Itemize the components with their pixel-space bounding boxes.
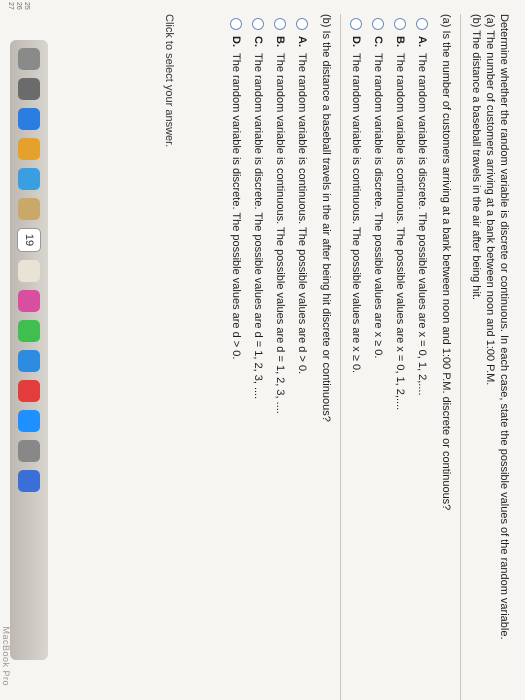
option-text: The random variable is discrete. The pos… bbox=[372, 53, 384, 359]
facetime-icon[interactable] bbox=[18, 350, 40, 372]
problem-intro: Determine whether the random variable is… bbox=[469, 14, 511, 700]
option-letter: D. bbox=[350, 36, 362, 47]
intro-line-1: Determine whether the random variable is… bbox=[498, 14, 510, 640]
finder-icon[interactable] bbox=[18, 48, 40, 70]
part-a-option-b[interactable]: B. The random variable is continuous. Th… bbox=[393, 14, 407, 700]
reminders-icon[interactable] bbox=[18, 260, 40, 282]
option-text: The random variable is discrete. The pos… bbox=[416, 53, 428, 396]
side-number: 27 bbox=[7, 2, 14, 10]
option-letter: B. bbox=[274, 36, 286, 47]
notes-icon[interactable] bbox=[18, 198, 40, 220]
laptop-screen: Determine whether the random variable is… bbox=[0, 0, 525, 700]
part-a-question: (a) Is the number of customers arriving … bbox=[440, 14, 452, 511]
option-text: The random variable is continuous. The p… bbox=[394, 53, 406, 411]
divider bbox=[460, 14, 461, 700]
status-text: Click to select your answer. bbox=[163, 14, 175, 148]
chrome-icon[interactable] bbox=[18, 138, 40, 160]
music-icon[interactable] bbox=[18, 380, 40, 402]
part-a-option-c[interactable]: C. The random variable is discrete. The … bbox=[371, 14, 385, 700]
side-number: 25 bbox=[23, 2, 30, 10]
radio-button[interactable] bbox=[296, 18, 308, 30]
photos-icon[interactable] bbox=[18, 290, 40, 312]
radio-button[interactable] bbox=[394, 18, 406, 30]
calendar-icon[interactable]: 19 bbox=[17, 228, 41, 252]
photo-stage: Determine whether the random variable is… bbox=[0, 0, 525, 700]
part-a-option-d[interactable]: D. The random variable is continuous. Th… bbox=[349, 14, 363, 700]
option-letter: A. bbox=[416, 36, 428, 47]
option-text: The random variable is discrete. The pos… bbox=[252, 53, 264, 400]
app-icon[interactable] bbox=[18, 168, 40, 190]
divider bbox=[340, 14, 341, 700]
brand-label: MacBook Pro bbox=[1, 626, 11, 686]
radio-button[interactable] bbox=[274, 18, 286, 30]
dock: 19 bbox=[10, 40, 48, 660]
radio-button[interactable] bbox=[372, 18, 384, 30]
radio-button[interactable] bbox=[252, 18, 264, 30]
launchpad-icon[interactable] bbox=[18, 78, 40, 100]
option-letter: B. bbox=[394, 36, 406, 47]
radio-button[interactable] bbox=[416, 18, 428, 30]
messages-icon[interactable] bbox=[18, 320, 40, 342]
part-b-option-a[interactable]: A. The random variable is continuous. Th… bbox=[295, 14, 309, 700]
radio-button[interactable] bbox=[350, 18, 362, 30]
intro-line-3: (b) The distance a baseball travels in t… bbox=[470, 14, 482, 300]
side-numbers: 25 26 27 bbox=[6, 2, 30, 10]
word-icon[interactable] bbox=[18, 470, 40, 492]
part-b-option-d[interactable]: D. The random variable is discrete. The … bbox=[229, 14, 243, 700]
option-letter: A. bbox=[296, 36, 308, 47]
safari-icon[interactable] bbox=[18, 108, 40, 130]
part-b-option-c[interactable]: C. The random variable is discrete. The … bbox=[251, 14, 265, 700]
option-letter: C. bbox=[252, 36, 264, 47]
option-text: The random variable is continuous. The p… bbox=[274, 53, 286, 414]
option-text: The random variable is continuous. The p… bbox=[350, 53, 362, 374]
side-number: 26 bbox=[15, 2, 22, 10]
system-preferences-icon[interactable] bbox=[18, 440, 40, 462]
option-text: The random variable is continuous. The p… bbox=[296, 53, 308, 375]
app-store-icon[interactable] bbox=[18, 410, 40, 432]
option-letter: C. bbox=[372, 36, 384, 47]
question-panel: Determine whether the random variable is… bbox=[163, 14, 511, 700]
option-text: The random variable is discrete. The pos… bbox=[230, 53, 242, 360]
part-b-question: (b) Is the distance a baseball travels i… bbox=[320, 14, 332, 422]
intro-line-2: (a) The number of customers arriving at … bbox=[484, 14, 496, 386]
part-b-option-b[interactable]: B. The random variable is continuous. Th… bbox=[273, 14, 287, 700]
radio-button[interactable] bbox=[230, 18, 242, 30]
part-a-option-a[interactable]: A. The random variable is discrete. The … bbox=[415, 14, 429, 700]
option-letter: D. bbox=[230, 36, 242, 47]
